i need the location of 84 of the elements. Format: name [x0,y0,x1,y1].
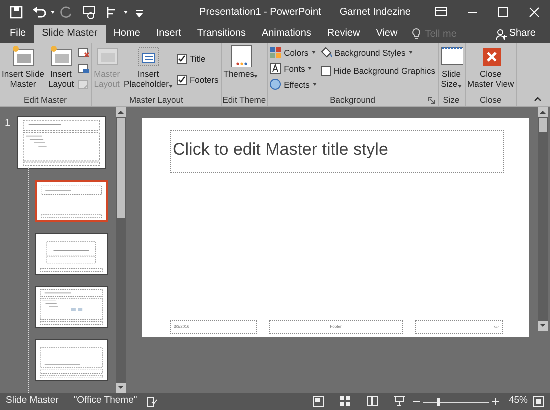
effects-icon [270,79,282,90]
font-icon [270,63,282,74]
caret-icon [124,11,128,14]
ribbon-button[interactable]: Effects [269,77,318,92]
checkbox-label: Footers [190,74,219,86]
view-name: Slide Master [6,394,59,408]
caret-icon [312,83,317,86]
slide-thumbnail[interactable] [35,180,108,222]
rename-layout-icon[interactable] [78,63,90,74]
ribbon-button[interactable]: Fonts [269,61,318,76]
checkbox[interactable] [176,54,187,64]
title-placeholder[interactable]: Click to edit Master title style [170,130,504,173]
maximize-icon[interactable] [497,6,510,19]
normal-view-icon[interactable] [312,396,324,407]
slide-thumbnail[interactable] [35,233,108,275]
caret-icon [51,11,55,14]
dialog-launcher-icon[interactable] [428,97,434,104]
paint-bucket-icon [320,47,332,58]
ribbon-tab[interactable]: Animations [254,25,320,43]
slide-thumbnail[interactable] [35,339,108,381]
scrollbar-thumb[interactable] [539,118,547,132]
caret-icon [312,51,316,54]
ribbon-button[interactable]: Close Master View [466,45,516,89]
zoom-out-icon[interactable] [412,398,420,405]
ribbon-button[interactable]: Colors [269,45,318,60]
ribbon-button[interactable]: Background Styles [320,45,436,60]
slide-number: 1 [5,117,12,131]
slider-thumb[interactable] [436,398,440,406]
caret-icon [408,51,413,54]
scrollbar-thumb[interactable] [117,118,125,218]
user-name: Garnet Indezine [340,6,411,20]
notes-icon[interactable] [147,396,158,406]
slide-sorter-icon[interactable] [340,396,351,407]
group-label: Edit Master [24,94,68,106]
delete-layout-icon[interactable] [78,47,90,58]
presenter-icon[interactable] [82,5,97,20]
ribbon-tab[interactable]: Transitions [189,25,254,43]
share-button[interactable]: Share [488,25,544,43]
slide-show-icon[interactable] [394,396,405,407]
ribbon-tab[interactable]: File [2,25,34,43]
undo-icon[interactable] [32,5,47,20]
ribbon-tab[interactable]: Home [106,25,148,43]
caret-icon [458,84,462,88]
checkbox[interactable] [320,66,331,76]
ribbon-button[interactable]: Slide Size [440,45,464,89]
fit-slide-icon[interactable] [533,396,544,407]
ribbon-button[interactable]: Themes [222,45,260,79]
zoom-level[interactable]: 45% [508,394,528,409]
group-label: Master Layout [129,94,184,106]
group-label: Size [443,94,460,106]
reading-view-icon[interactable] [366,396,378,407]
checkbox[interactable] [176,75,187,85]
caret-icon [168,84,173,88]
caret-icon [308,67,312,70]
ribbon-tab[interactable]: Slide Master [34,25,106,43]
person-icon [496,28,507,40]
redo-icon[interactable] [59,5,74,20]
zoom-slider[interactable] [422,396,489,406]
ribbon-button[interactable]: Insert Slide Master [1,45,46,89]
ribbon-tab[interactable]: View [368,25,406,43]
save-icon[interactable] [9,5,24,20]
themes-icon [230,45,252,67]
window-title: Presentation1 - PowerPoint [198,6,322,20]
caret-icon [254,74,258,78]
collapse-ribbon-icon[interactable] [534,96,542,102]
ribbon-display-icon[interactable] [435,6,448,19]
ribbon-button[interactable]: Insert Layout [48,45,76,89]
placeholder-icon [137,45,160,67]
ribbon-tab[interactable]: Review [319,25,368,43]
group-label: Edit Theme [222,94,266,106]
checkbox-label: Hide Background Graphics [334,65,436,77]
theme-name: "Office Theme" [74,394,138,408]
slide-thumbnail[interactable] [35,286,108,328]
group-label: Background [330,94,376,106]
slide-size-icon [440,45,462,67]
slide-thumbnail[interactable] [16,116,106,169]
ribbon-button[interactable]: Insert Placeholder [123,45,174,89]
close-icon[interactable] [528,6,541,19]
lightbulb-icon [412,28,421,40]
zoom-in-icon[interactable] [492,398,499,405]
palette-icon [270,47,282,58]
group-label: Close [480,94,502,106]
ribbon-tab[interactable]: Insert [148,25,190,43]
checkbox-label: Title [190,53,206,65]
